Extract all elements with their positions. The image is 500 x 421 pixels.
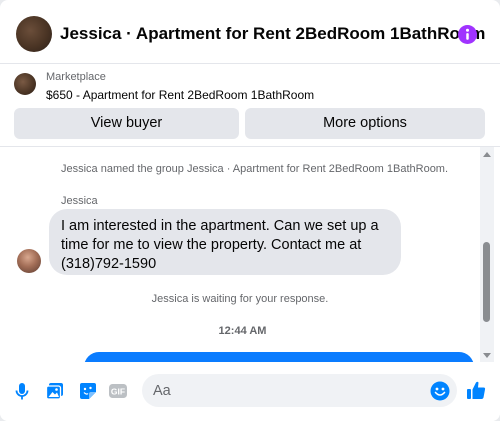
listing-thumbnail — [14, 73, 36, 95]
message-timestamp: 12:44 AM — [218, 325, 267, 337]
chat-window: Jessica · Apartment for Rent 2BedRoom 1B… — [0, 0, 500, 421]
chat-title[interactable]: Jessica · Apartment for Rent 2BedRoom 1B… — [60, 24, 485, 44]
marketplace-listing[interactable]: Marketplace $650 - Apartment for Rent 2B… — [0, 64, 500, 104]
gif-icon[interactable]: GIF — [108, 381, 128, 401]
scroll-down-arrow-icon[interactable] — [483, 353, 491, 358]
avatar[interactable] — [16, 16, 52, 52]
system-message-rename: Jessica named the group Jessica · Apartm… — [61, 163, 449, 175]
like-icon[interactable] — [465, 379, 487, 401]
message-list: Jessica named the group Jessica · Apartm… — [0, 147, 500, 362]
message-composer: GIF — [0, 362, 500, 421]
info-icon[interactable] — [458, 25, 477, 44]
outgoing-message-bubble[interactable] — [84, 352, 474, 362]
sticker-icon[interactable] — [78, 381, 98, 401]
sender-name: Jessica — [61, 195, 98, 207]
listing-source: Marketplace — [46, 71, 106, 83]
view-buyer-button[interactable]: View buyer — [14, 108, 239, 139]
scroll-up-arrow-icon[interactable] — [483, 152, 491, 157]
chat-header: Jessica · Apartment for Rent 2BedRoom 1B… — [0, 0, 500, 64]
listing-title[interactable]: $650 - Apartment for Rent 2BedRoom 1Bath… — [46, 88, 314, 102]
message-input-container[interactable] — [142, 374, 457, 407]
sender-avatar[interactable] — [17, 249, 41, 273]
microphone-icon[interactable] — [12, 381, 32, 401]
gif-label: GIF — [111, 387, 125, 397]
more-options-button[interactable]: More options — [245, 108, 485, 139]
photo-icon[interactable] — [45, 381, 65, 401]
scrollbar-thumb[interactable] — [483, 242, 490, 322]
incoming-message-bubble[interactable]: I am interested in the apartment. Can we… — [49, 209, 401, 275]
emoji-icon[interactable] — [430, 381, 450, 401]
system-message-waiting: Jessica is waiting for your response. — [151, 293, 329, 305]
message-input[interactable] — [142, 374, 422, 407]
